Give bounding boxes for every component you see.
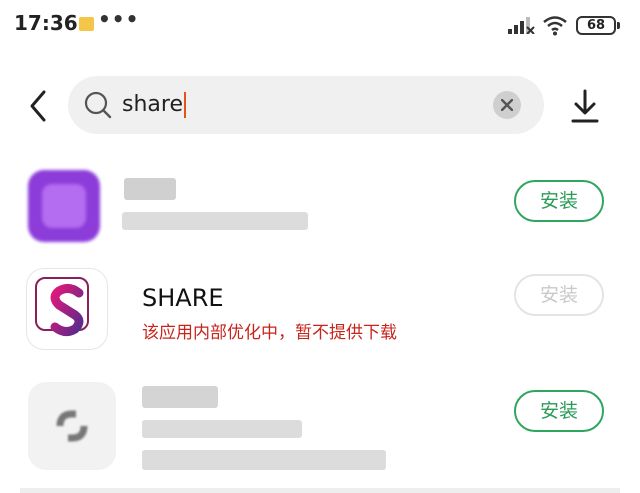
download-icon[interactable] <box>570 88 600 124</box>
app-meta-blurred <box>122 212 308 230</box>
text-caret <box>183 92 186 118</box>
app-icon <box>28 170 100 242</box>
app-title: SHARE <box>142 284 224 312</box>
app-desc-blurred <box>142 450 386 470</box>
more-notifications-icon: ••• <box>98 7 140 31</box>
list-item[interactable]: 安装 <box>0 374 640 484</box>
cellular-signal-icon <box>508 17 535 34</box>
next-item-edge <box>20 488 620 493</box>
install-button[interactable]: 安装 <box>514 390 604 432</box>
status-bar: 17:36 ••• 68 <box>0 0 640 52</box>
notification-note-icon <box>79 17 94 31</box>
app-icon <box>28 382 116 470</box>
back-arrow-icon[interactable] <box>24 88 54 124</box>
list-item[interactable]: SHARE 该应用内部优化中，暂不提供下载 安装 <box>0 262 640 362</box>
battery-indicator: 68 <box>576 16 616 35</box>
app-meta-blurred <box>142 420 302 438</box>
app-status-message: 该应用内部优化中，暂不提供下载 <box>142 323 397 343</box>
search-input[interactable]: share <box>68 76 544 134</box>
app-icon <box>26 268 108 350</box>
search-icon <box>84 91 112 119</box>
install-button-disabled: 安装 <box>514 274 604 316</box>
share-logo-icon <box>50 283 84 337</box>
status-time: 17:36 <box>14 11 78 35</box>
search-query-text[interactable]: share <box>122 90 186 120</box>
app-logo-blurred-icon <box>56 410 88 442</box>
install-button[interactable]: 安装 <box>514 180 604 222</box>
battery-tip <box>617 22 620 29</box>
app-name-blurred <box>142 386 218 408</box>
app-name-blurred <box>124 178 176 200</box>
wifi-icon <box>543 16 567 36</box>
clear-icon[interactable] <box>493 91 521 119</box>
list-item[interactable]: 安装 <box>0 160 640 250</box>
